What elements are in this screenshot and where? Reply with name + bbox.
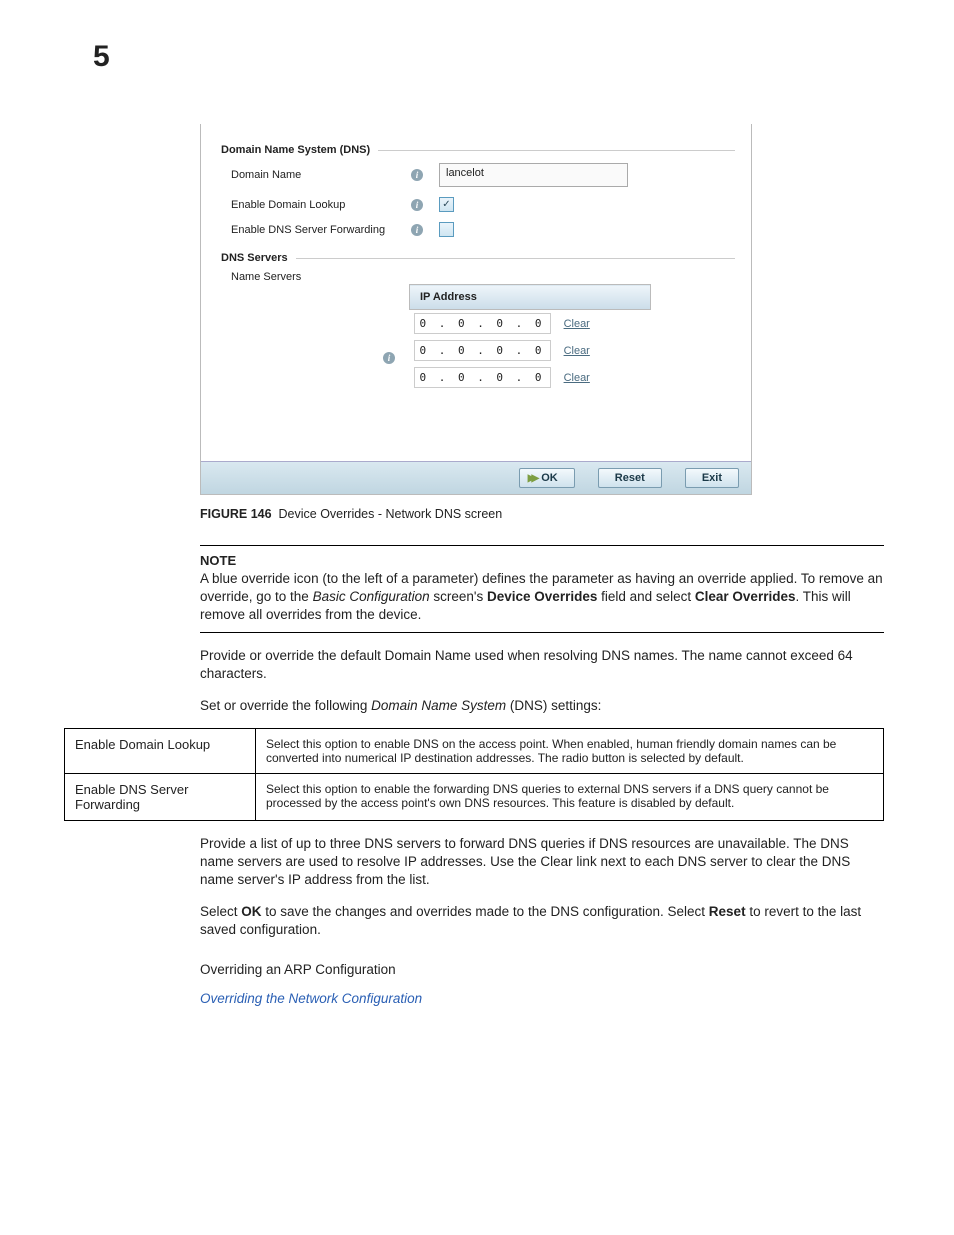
ip-address-header: IP Address: [410, 285, 651, 310]
enable-forwarding-checkbox[interactable]: [439, 222, 454, 237]
table-row: Enable Domain Lookup Select this option …: [65, 729, 884, 774]
name-servers-label: Name Servers: [231, 271, 401, 283]
paragraph-domain-name: Provide or override the default Domain N…: [200, 647, 884, 683]
ok-button[interactable]: ▶▶ OK: [519, 468, 575, 488]
clear-link-2[interactable]: Clear: [554, 345, 600, 357]
ip-input-3[interactable]: 0 . 0 . 0 . 0: [414, 367, 551, 388]
info-icon[interactable]: i: [411, 169, 423, 181]
setting-desc: Select this option to enable DNS on the …: [256, 729, 884, 774]
ip-input-2[interactable]: 0 . 0 . 0 . 0: [414, 340, 551, 361]
reset-button[interactable]: Reset: [598, 468, 662, 488]
info-icon[interactable]: i: [411, 199, 423, 211]
dns-fieldset: Domain Name System (DNS) Domain Name i l…: [217, 142, 735, 242]
dns-servers-title: DNS Servers: [217, 250, 292, 266]
paragraph-dns-list: Provide a list of up to three DNS server…: [200, 835, 884, 890]
setting-name: Enable DNS Server Forwarding: [65, 774, 256, 821]
enable-forwarding-label: Enable DNS Server Forwarding: [231, 224, 401, 236]
info-icon[interactable]: i: [383, 352, 395, 364]
exit-button[interactable]: Exit: [685, 468, 739, 488]
clear-link-1[interactable]: Clear: [554, 318, 600, 330]
paragraph-ok-reset: Select OK to save the changes and overri…: [200, 903, 884, 939]
figure-title: Device Overrides - Network DNS screen: [279, 507, 503, 521]
dns-config-screenshot: Domain Name System (DNS) Domain Name i l…: [200, 124, 752, 495]
enable-lookup-label: Enable Domain Lookup: [231, 199, 401, 211]
paragraph-dns-settings: Set or override the following Domain Nam…: [200, 697, 884, 715]
figure-number: FIGURE 146: [200, 507, 272, 521]
enable-lookup-row: Enable Domain Lookup i ✓: [217, 192, 735, 217]
figure-caption: FIGURE 146 Device Overrides - Network DN…: [200, 507, 894, 521]
enable-forwarding-row: Enable DNS Server Forwarding i: [217, 217, 735, 242]
settings-table: Enable Domain Lookup Select this option …: [64, 728, 884, 821]
domain-name-row: Domain Name i lancelot: [217, 158, 735, 192]
play-icon: ▶▶: [528, 473, 535, 484]
button-bar: ▶▶ OK Reset Exit: [201, 461, 751, 494]
section-heading-arp: Overriding an ARP Configuration: [200, 961, 884, 979]
note-body: A blue override icon (to the left of a p…: [200, 570, 884, 625]
link-overriding-network[interactable]: Overriding the Network Configuration: [200, 990, 884, 1008]
table-row: Enable DNS Server Forwarding Select this…: [65, 774, 884, 821]
setting-name: Enable Domain Lookup: [65, 729, 256, 774]
ip-input-1[interactable]: 0 . 0 . 0 . 0: [414, 313, 551, 334]
setting-desc: Select this option to enable the forward…: [256, 774, 884, 821]
domain-name-label: Domain Name: [231, 169, 401, 181]
clear-link-3[interactable]: Clear: [554, 372, 600, 384]
dns-fieldset-title: Domain Name System (DNS): [217, 142, 374, 158]
chapter-number: 5: [93, 40, 894, 74]
domain-name-input[interactable]: lancelot: [439, 163, 628, 187]
info-icon[interactable]: i: [411, 224, 423, 236]
note-heading: NOTE: [200, 552, 884, 570]
enable-lookup-checkbox[interactable]: ✓: [439, 197, 454, 212]
dns-servers-fieldset: DNS Servers Name Servers i IP Address 0 …: [217, 250, 735, 391]
